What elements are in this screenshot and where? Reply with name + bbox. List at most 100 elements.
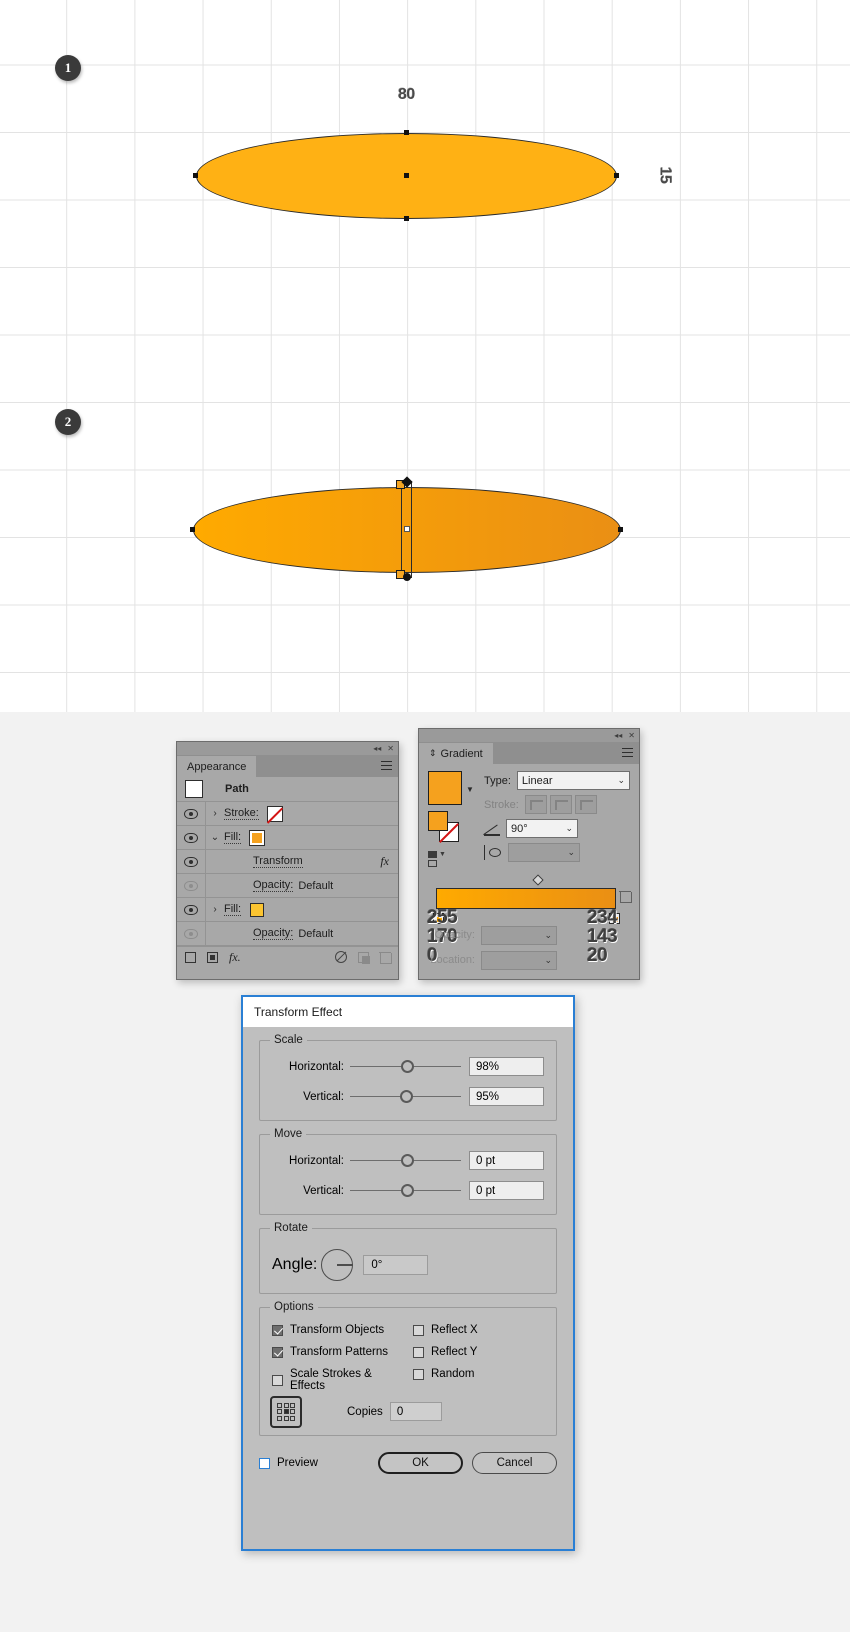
reverse-gradient-icon[interactable]: ▼ bbox=[428, 851, 476, 867]
copies-input[interactable]: 0 bbox=[389, 1402, 442, 1421]
move-horizontal-slider[interactable] bbox=[350, 1153, 461, 1169]
add-new-effect-icon[interactable]: fx. bbox=[229, 950, 241, 965]
reference-point-widget[interactable] bbox=[270, 1395, 302, 1428]
chevron-right-icon[interactable]: › bbox=[206, 808, 224, 819]
anchor-point-right[interactable] bbox=[618, 527, 623, 532]
scale-vertical-slider[interactable] bbox=[350, 1089, 461, 1105]
anchor-point-left[interactable] bbox=[193, 173, 198, 178]
tab-appearance[interactable]: Appearance bbox=[177, 756, 257, 777]
ellipse-gradient-fill[interactable] bbox=[190, 476, 623, 581]
anchor-point-right[interactable] bbox=[614, 173, 619, 178]
duplicate-item-icon[interactable] bbox=[358, 951, 370, 964]
fill-swatch[interactable] bbox=[249, 829, 266, 846]
stroke-label[interactable]: Stroke: bbox=[224, 807, 259, 820]
panel-menu-icon[interactable] bbox=[622, 748, 633, 757]
scale-horizontal-input[interactable]: 98% bbox=[469, 1057, 544, 1076]
stroke-within-icon[interactable] bbox=[524, 795, 547, 814]
chevron-down-icon[interactable]: ⌄ bbox=[206, 832, 224, 843]
gradient-midpoint-handle[interactable] bbox=[404, 526, 410, 532]
gradient-location-input[interactable]: ⌄ bbox=[481, 950, 557, 970]
gradient-midpoint-diamond-icon[interactable] bbox=[532, 874, 544, 886]
appearance-row-opacity-1[interactable]: Opacity: Default bbox=[177, 874, 398, 898]
anchor-point-top[interactable] bbox=[404, 130, 409, 135]
appearance-row-path[interactable]: Path bbox=[177, 777, 398, 802]
scale-strokes-checkbox[interactable] bbox=[272, 1374, 283, 1386]
visibility-toggle[interactable] bbox=[177, 898, 206, 921]
clear-appearance-icon[interactable] bbox=[335, 951, 347, 963]
add-new-fill-icon[interactable] bbox=[207, 951, 218, 963]
visibility-toggle[interactable] bbox=[177, 826, 206, 849]
center-point bbox=[404, 173, 409, 178]
stroke-across-icon[interactable] bbox=[574, 795, 597, 814]
visibility-toggle[interactable] bbox=[177, 922, 206, 945]
collapse-icon[interactable]: ◂◂ bbox=[614, 731, 622, 740]
transform-effect-label[interactable]: Transform bbox=[253, 855, 303, 868]
random-checkbox[interactable] bbox=[413, 1368, 424, 1380]
opacity-label-2[interactable]: Opacity: bbox=[253, 927, 294, 940]
fill-label[interactable]: Fill: bbox=[224, 831, 242, 844]
scale-strokes-row[interactable]: Scale Strokes & Effects bbox=[272, 1368, 403, 1392]
scale-vertical-input[interactable]: 95% bbox=[469, 1087, 544, 1106]
gradient-type-select[interactable]: Linear ⌄ bbox=[516, 771, 630, 790]
gradient-preview-swatch[interactable] bbox=[428, 771, 462, 805]
cancel-button[interactable]: Cancel bbox=[472, 1452, 557, 1474]
delete-item-icon[interactable] bbox=[379, 951, 392, 964]
fx-icon[interactable]: fx bbox=[380, 854, 389, 869]
ellipse-flat-fill[interactable] bbox=[193, 130, 619, 221]
rotate-dial[interactable] bbox=[321, 1249, 354, 1281]
gradient-angle-input[interactable]: 90° ⌄ bbox=[506, 819, 578, 838]
gradient-ramp[interactable] bbox=[436, 888, 616, 909]
gradient-aspect-input[interactable]: ⌄ bbox=[508, 843, 580, 862]
fill-stroke-selector[interactable] bbox=[428, 811, 468, 845]
preview-row[interactable]: Preview bbox=[259, 1457, 318, 1469]
chevron-down-icon[interactable]: ▼ bbox=[466, 785, 474, 794]
move-vertical-input[interactable]: 0 pt bbox=[469, 1181, 544, 1200]
stroke-none-swatch[interactable] bbox=[266, 805, 283, 822]
fill-label-2[interactable]: Fill: bbox=[224, 903, 242, 916]
appearance-row-opacity-2[interactable]: Opacity: Default bbox=[177, 922, 398, 946]
chevron-right-icon[interactable]: › bbox=[206, 904, 224, 915]
move-horizontal-input[interactable]: 0 pt bbox=[469, 1151, 544, 1170]
appearance-row-fill-2[interactable]: › Fill: bbox=[177, 898, 398, 922]
transform-patterns-row[interactable]: Transform Patterns bbox=[272, 1346, 403, 1358]
panel-menu-icon[interactable] bbox=[381, 761, 392, 770]
anchor-point-bottom[interactable] bbox=[404, 216, 409, 221]
transform-patterns-checkbox[interactable] bbox=[272, 1346, 283, 1358]
tab-gradient[interactable]: ⇕ Gradient bbox=[419, 743, 493, 764]
reflect-x-checkbox[interactable] bbox=[413, 1324, 424, 1336]
ok-button[interactable]: OK bbox=[378, 1452, 463, 1474]
transform-objects-label: Transform Objects bbox=[290, 1324, 385, 1336]
stroke-along-icon[interactable] bbox=[549, 795, 572, 814]
appearance-row-stroke[interactable]: › Stroke: bbox=[177, 802, 398, 826]
visibility-toggle[interactable] bbox=[177, 874, 206, 897]
preview-checkbox[interactable] bbox=[259, 1457, 270, 1469]
close-icon[interactable]: ✕ bbox=[628, 731, 635, 740]
transform-objects-row[interactable]: Transform Objects bbox=[272, 1324, 403, 1336]
opacity-label[interactable]: Opacity: bbox=[253, 879, 294, 892]
move-vertical-slider[interactable] bbox=[350, 1183, 461, 1199]
stroke-gradient-buttons[interactable] bbox=[524, 795, 597, 814]
fill-indicator[interactable] bbox=[428, 811, 448, 831]
anchor-point-left[interactable] bbox=[190, 527, 195, 532]
random-row[interactable]: Random bbox=[413, 1368, 544, 1380]
copies-row: Copies 0 bbox=[270, 1395, 544, 1428]
transform-objects-checkbox[interactable] bbox=[272, 1324, 283, 1336]
gradient-opacity-input[interactable]: ⌄ bbox=[481, 925, 557, 945]
fill-swatch-2[interactable] bbox=[250, 902, 265, 917]
reflect-x-row[interactable]: Reflect X bbox=[413, 1324, 544, 1336]
rotate-angle-input[interactable]: 0° bbox=[363, 1255, 429, 1275]
add-new-stroke-icon[interactable] bbox=[185, 951, 196, 963]
reflect-y-row[interactable]: Reflect Y bbox=[413, 1346, 544, 1358]
appearance-row-fill-1[interactable]: ⌄ Fill: bbox=[177, 826, 398, 850]
visibility-toggle[interactable] bbox=[177, 802, 206, 825]
move-horizontal-row: Horizontal: 0 pt bbox=[272, 1151, 544, 1170]
appearance-row-transform[interactable]: Transform fx bbox=[177, 850, 398, 874]
gradient-endpoint-dot-icon[interactable] bbox=[403, 573, 411, 581]
close-icon[interactable]: ✕ bbox=[387, 744, 394, 753]
delete-stop-icon[interactable] bbox=[619, 890, 632, 903]
collapse-icon[interactable]: ◂◂ bbox=[373, 744, 381, 753]
reflect-y-checkbox[interactable] bbox=[413, 1346, 424, 1358]
gradient-annotator[interactable] bbox=[396, 476, 413, 581]
scale-horizontal-slider[interactable] bbox=[350, 1059, 461, 1075]
visibility-toggle[interactable] bbox=[177, 850, 206, 873]
